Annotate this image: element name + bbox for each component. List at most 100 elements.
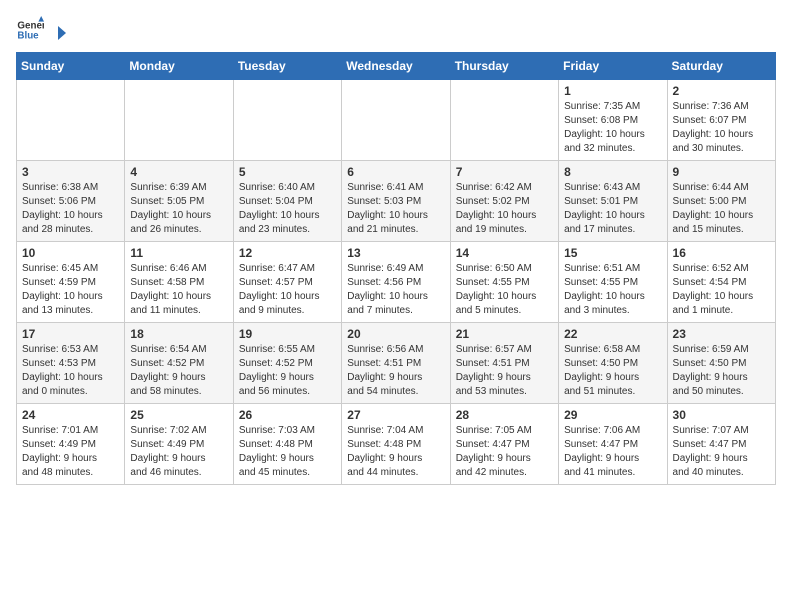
day-info: Sunrise: 6:52 AM Sunset: 4:54 PM Dayligh…: [673, 262, 770, 318]
day-number: 21: [456, 327, 553, 341]
day-number: 30: [673, 408, 770, 422]
day-number: 2: [673, 84, 770, 98]
day-info: Sunrise: 6:44 AM Sunset: 5:00 PM Dayligh…: [673, 181, 770, 237]
day-number: 7: [456, 165, 553, 179]
calendar-cell: 7 Sunrise: 6:42 AM Sunset: 5:02 PM Daylig…: [450, 161, 558, 242]
calendar-cell: 26 Sunrise: 7:03 AM Sunset: 4:48 PM Dayli…: [233, 404, 341, 485]
day-number: 23: [673, 327, 770, 341]
day-info: Sunrise: 6:47 AM Sunset: 4:57 PM Dayligh…: [239, 262, 336, 318]
calendar-header-sunday: Sunday: [17, 53, 125, 80]
calendar-header-friday: Friday: [559, 53, 667, 80]
day-number: 10: [22, 246, 119, 260]
day-info: Sunrise: 7:01 AM Sunset: 4:49 PM Dayligh…: [22, 424, 119, 480]
calendar-cell: [233, 80, 341, 161]
calendar-cell: 10 Sunrise: 6:45 AM Sunset: 4:59 PM Dayli…: [17, 242, 125, 323]
day-number: 8: [564, 165, 661, 179]
day-info: Sunrise: 6:53 AM Sunset: 4:53 PM Dayligh…: [22, 343, 119, 399]
day-info: Sunrise: 7:03 AM Sunset: 4:48 PM Dayligh…: [239, 424, 336, 480]
day-info: Sunrise: 6:50 AM Sunset: 4:55 PM Dayligh…: [456, 262, 553, 318]
day-number: 11: [130, 246, 227, 260]
day-info: Sunrise: 6:51 AM Sunset: 4:55 PM Dayligh…: [564, 262, 661, 318]
day-info: Sunrise: 7:35 AM Sunset: 6:08 PM Dayligh…: [564, 100, 661, 156]
calendar-header-tuesday: Tuesday: [233, 53, 341, 80]
day-info: Sunrise: 7:05 AM Sunset: 4:47 PM Dayligh…: [456, 424, 553, 480]
calendar-cell: 14 Sunrise: 6:50 AM Sunset: 4:55 PM Dayli…: [450, 242, 558, 323]
calendar-cell: 20 Sunrise: 6:56 AM Sunset: 4:51 PM Dayli…: [342, 323, 450, 404]
day-number: 3: [22, 165, 119, 179]
calendar-cell: 25Sunrise: 7:02 AM Sunset: 4:49 PM Dayli…: [125, 404, 233, 485]
calendar-cell: 15 Sunrise: 6:51 AM Sunset: 4:55 PM Dayli…: [559, 242, 667, 323]
calendar-cell: 11 Sunrise: 6:46 AM Sunset: 4:58 PM Dayli…: [125, 242, 233, 323]
day-info: Sunrise: 6:55 AM Sunset: 4:52 PM Dayligh…: [239, 343, 336, 399]
day-number: 18: [130, 327, 227, 341]
day-info: Sunrise: 6:49 AM Sunset: 4:56 PM Dayligh…: [347, 262, 444, 318]
calendar-cell: 24 Sunrise: 7:01 AM Sunset: 4:49 PM Dayli…: [17, 404, 125, 485]
day-info: Sunrise: 6:57 AM Sunset: 4:51 PM Dayligh…: [456, 343, 553, 399]
calendar-header-row: SundayMondayTuesdayWednesdayThursdayFrid…: [17, 53, 776, 80]
day-number: 22: [564, 327, 661, 341]
calendar-cell: 18 Sunrise: 6:54 AM Sunset: 4:52 PM Dayli…: [125, 323, 233, 404]
calendar-cell: 22 Sunrise: 6:58 AM Sunset: 4:50 PM Dayli…: [559, 323, 667, 404]
calendar-week-row: 10 Sunrise: 6:45 AM Sunset: 4:59 PM Dayli…: [17, 242, 776, 323]
day-info: Sunrise: 6:56 AM Sunset: 4:51 PM Dayligh…: [347, 343, 444, 399]
day-number: 1: [564, 84, 661, 98]
day-number: 16: [673, 246, 770, 260]
calendar-cell: 8 Sunrise: 6:43 AM Sunset: 5:01 PM Daylig…: [559, 161, 667, 242]
calendar-cell: 19Sunrise: 6:55 AM Sunset: 4:52 PM Dayli…: [233, 323, 341, 404]
calendar-cell: [125, 80, 233, 161]
calendar-cell: 30Sunrise: 7:07 AM Sunset: 4:47 PM Dayli…: [667, 404, 775, 485]
day-number: 17: [22, 327, 119, 341]
day-info: Sunrise: 7:06 AM Sunset: 4:47 PM Dayligh…: [564, 424, 661, 480]
logo: General Blue: [16, 16, 68, 44]
calendar-cell: [17, 80, 125, 161]
calendar-cell: 6Sunrise: 6:41 AM Sunset: 5:03 PM Daylig…: [342, 161, 450, 242]
day-number: 26: [239, 408, 336, 422]
calendar-cell: 27Sunrise: 7:04 AM Sunset: 4:48 PM Dayli…: [342, 404, 450, 485]
calendar-cell: 28 Sunrise: 7:05 AM Sunset: 4:47 PM Dayli…: [450, 404, 558, 485]
day-info: Sunrise: 6:40 AM Sunset: 5:04 PM Dayligh…: [239, 181, 336, 237]
logo-arrow-icon: [50, 24, 68, 42]
day-number: 12: [239, 246, 336, 260]
day-info: Sunrise: 6:38 AM Sunset: 5:06 PM Dayligh…: [22, 181, 119, 237]
calendar-cell: [450, 80, 558, 161]
calendar-cell: 4 Sunrise: 6:39 AM Sunset: 5:05 PM Daylig…: [125, 161, 233, 242]
day-info: Sunrise: 6:54 AM Sunset: 4:52 PM Dayligh…: [130, 343, 227, 399]
day-info: Sunrise: 7:04 AM Sunset: 4:48 PM Dayligh…: [347, 424, 444, 480]
day-info: Sunrise: 6:42 AM Sunset: 5:02 PM Dayligh…: [456, 181, 553, 237]
day-info: Sunrise: 6:59 AM Sunset: 4:50 PM Dayligh…: [673, 343, 770, 399]
calendar-table: SundayMondayTuesdayWednesdayThursdayFrid…: [16, 52, 776, 485]
day-number: 14: [456, 246, 553, 260]
calendar-header-thursday: Thursday: [450, 53, 558, 80]
day-number: 25: [130, 408, 227, 422]
calendar-week-row: 1 Sunrise: 7:35 AM Sunset: 6:08 PM Daylig…: [17, 80, 776, 161]
day-info: Sunrise: 6:46 AM Sunset: 4:58 PM Dayligh…: [130, 262, 227, 318]
day-number: 5: [239, 165, 336, 179]
day-number: 4: [130, 165, 227, 179]
calendar-cell: 5 Sunrise: 6:40 AM Sunset: 5:04 PM Daylig…: [233, 161, 341, 242]
day-number: 20: [347, 327, 444, 341]
logo-icon: General Blue: [16, 16, 44, 44]
calendar-cell: 17 Sunrise: 6:53 AM Sunset: 4:53 PM Dayli…: [17, 323, 125, 404]
day-number: 24: [22, 408, 119, 422]
calendar-cell: [342, 80, 450, 161]
day-number: 13: [347, 246, 444, 260]
calendar-header-saturday: Saturday: [667, 53, 775, 80]
day-info: Sunrise: 6:45 AM Sunset: 4:59 PM Dayligh…: [22, 262, 119, 318]
day-info: Sunrise: 6:39 AM Sunset: 5:05 PM Dayligh…: [130, 181, 227, 237]
calendar-cell: 9 Sunrise: 6:44 AM Sunset: 5:00 PM Daylig…: [667, 161, 775, 242]
page-header: General Blue: [16, 16, 776, 44]
day-info: Sunrise: 7:36 AM Sunset: 6:07 PM Dayligh…: [673, 100, 770, 156]
calendar-cell: 3 Sunrise: 6:38 AM Sunset: 5:06 PM Daylig…: [17, 161, 125, 242]
day-number: 15: [564, 246, 661, 260]
calendar-week-row: 3 Sunrise: 6:38 AM Sunset: 5:06 PM Daylig…: [17, 161, 776, 242]
calendar-cell: 16 Sunrise: 6:52 AM Sunset: 4:54 PM Dayli…: [667, 242, 775, 323]
calendar-cell: 21 Sunrise: 6:57 AM Sunset: 4:51 PM Dayli…: [450, 323, 558, 404]
calendar-header-monday: Monday: [125, 53, 233, 80]
svg-text:Blue: Blue: [17, 30, 39, 41]
day-number: 28: [456, 408, 553, 422]
day-info: Sunrise: 6:41 AM Sunset: 5:03 PM Dayligh…: [347, 181, 444, 237]
calendar-cell: 29Sunrise: 7:06 AM Sunset: 4:47 PM Dayli…: [559, 404, 667, 485]
day-info: Sunrise: 6:58 AM Sunset: 4:50 PM Dayligh…: [564, 343, 661, 399]
day-number: 9: [673, 165, 770, 179]
day-info: Sunrise: 6:43 AM Sunset: 5:01 PM Dayligh…: [564, 181, 661, 237]
